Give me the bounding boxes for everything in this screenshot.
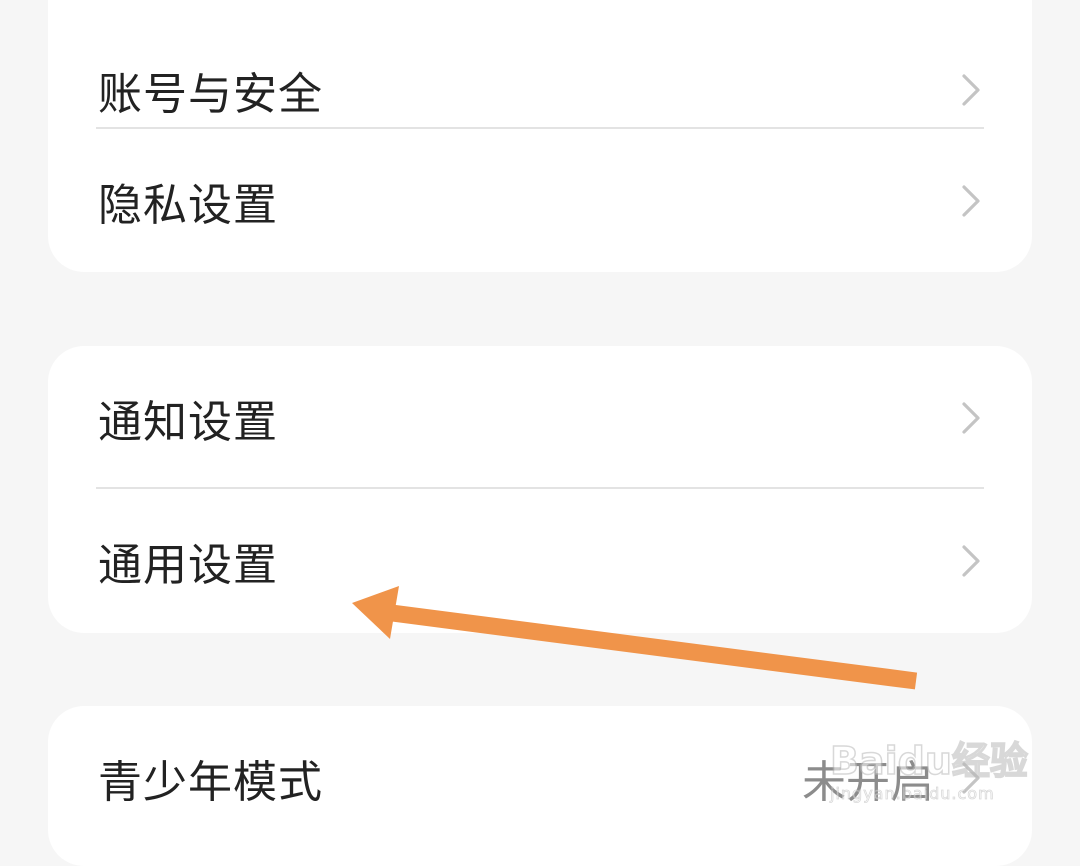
row-general-settings[interactable]: 通用设置: [48, 489, 1032, 633]
row-label: 通用设置: [98, 540, 278, 591]
row-label: 账号与安全: [98, 69, 323, 120]
row-privacy-settings[interactable]: 隐私设置: [48, 129, 1032, 272]
row-youth-mode[interactable]: 青少年模式 未开启: [48, 706, 1032, 850]
youth-mode-status: 未开启: [802, 757, 934, 808]
row-label: 隐私设置: [98, 180, 278, 231]
chevron-right-icon: [962, 402, 980, 434]
chevron-right-icon: [962, 545, 980, 577]
row-notification-settings[interactable]: 通知设置: [48, 346, 1032, 490]
row-label: 青少年模式: [98, 757, 323, 808]
settings-group-general: 通知设置 通用设置: [48, 346, 1032, 633]
settings-group-account: 账号与安全 隐私设置: [48, 0, 1032, 272]
chevron-right-icon: [962, 74, 980, 106]
settings-group-youth: 青少年模式 未开启: [48, 706, 1032, 866]
row-label: 通知设置: [98, 397, 278, 448]
chevron-right-icon: [962, 185, 980, 217]
chevron-right-icon: [962, 762, 980, 794]
